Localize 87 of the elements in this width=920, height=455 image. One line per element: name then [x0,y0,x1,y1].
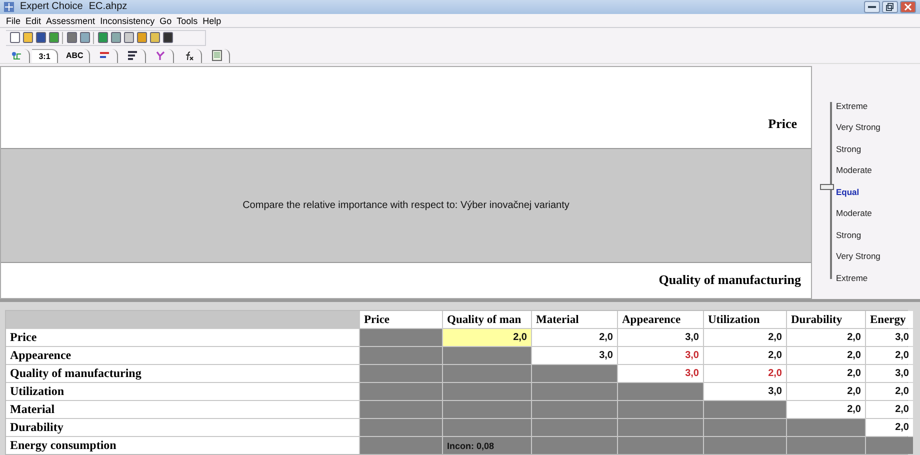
judgment-cell[interactable]: 3,0 [618,347,703,364]
judgment-cell[interactable]: 2,0 [704,347,786,364]
network-icon[interactable] [155,50,166,61]
judgment-cell[interactable]: 2,0 [532,329,617,346]
lines-icon[interactable] [128,51,138,60]
scale-label[interactable]: Strong [836,144,920,166]
row-header: Durability [6,419,359,436]
row-header: Material [6,401,359,418]
menu-item[interactable]: Go [160,16,172,26]
column-header: Quality of man [443,311,531,328]
sheet-icon[interactable] [212,50,222,62]
toolbar-icon[interactable] [80,32,90,44]
scale-label[interactable]: Very Strong [836,122,920,144]
menu-item[interactable]: File [6,16,21,26]
view-tab[interactable]: 3:1 [32,48,58,63]
scale-label[interactable]: Strong [836,230,920,252]
judgment-cell[interactable]: 3,0 [866,329,913,346]
menu-item[interactable]: Tools [176,16,198,26]
judgment-cell[interactable]: 3,0 [618,329,703,346]
window-title: Expert Choice [20,1,83,12]
row-header: Appearence [6,347,359,364]
judgment-cell[interactable]: 3,0 [532,347,617,364]
scale-label[interactable]: Moderate [836,208,920,230]
column-header: Appearence [618,311,703,328]
judgment-cell[interactable]: 2,0 [787,401,865,418]
column-header: Durability [787,311,865,328]
scale-label[interactable]: Extreme [836,272,920,294]
column-header: Utilization [704,311,786,328]
toolbar-icon[interactable] [36,32,46,44]
menu-item[interactable]: Assessment [46,16,96,26]
toolbar-icon[interactable] [124,32,134,44]
judgment-cell[interactable]: 2,0 [787,329,865,346]
judgment-cell[interactable]: 3,0 [866,365,913,382]
menu-item[interactable]: Inconsistency [100,16,155,26]
judgment-cell[interactable]: 2,0 [866,401,913,418]
toolbar-icon[interactable] [111,32,121,44]
minimize-icon [868,4,876,9]
file-name: EC.ahpz [88,1,128,12]
row-header: Price [6,329,359,346]
close-icon [904,2,912,11]
toolbar-separator [93,32,95,44]
toolbar-icon[interactable] [10,32,20,44]
judgment-cell[interactable]: 2,0 [704,329,786,346]
scale-label[interactable]: Equal [836,186,920,208]
column-header: Price [360,311,442,328]
judgment-cell[interactable]: 3,0 [704,383,786,400]
toolbar-icon[interactable] [163,32,173,44]
row-header: Quality of manufacturing [6,365,359,382]
judgment-cell[interactable]: 2,0 [787,365,865,382]
toolbar-icon[interactable] [23,32,33,44]
close-button[interactable] [900,0,916,13]
restore-button[interactable] [882,0,898,13]
judgment-cell[interactable]: 2,0 [866,383,913,400]
row-header: Energy consumption [6,437,359,454]
scale-label[interactable]: Very Strong [836,251,920,273]
scale-label[interactable]: Moderate [836,165,920,187]
scale-label[interactable]: Extreme [836,100,920,122]
inconsistency-ratio: Incon: 0,08 [443,437,531,454]
minimize-button[interactable] [864,0,880,13]
judgment-cell[interactable]: 2,0 [866,419,913,436]
judgment-cell[interactable]: 3,0 [618,365,703,382]
element-name: Price [768,116,797,132]
toolbar-separator [62,32,64,44]
view-tab[interactable]: ABC [60,48,90,63]
formula-icon[interactable] [184,50,194,61]
comparison-prompt: Compare the relative importance with respect to: Výber inovačnej varianty [242,200,570,211]
toolbar-icon[interactable] [150,32,160,44]
slider-thumb[interactable] [820,184,834,190]
menu-item[interactable]: Help [202,16,222,26]
judgment-cell[interactable]: 2,0 [787,347,865,364]
toolbar-icon[interactable] [49,32,59,44]
tree-icon[interactable] [10,50,22,61]
toolbar-icon[interactable] [137,32,147,44]
element-name: Quality of manufacturing [658,272,801,288]
app-icon [4,2,14,12]
judgment-cell[interactable]: 2,0 [704,365,786,382]
menu-item[interactable]: Edit [26,16,42,26]
judgment-cell[interactable]: 2,0 [866,347,913,364]
toolbar-icon[interactable] [98,32,108,44]
column-header: Material [532,311,617,328]
row-header: Utilization [6,383,359,400]
column-header: Energy [866,311,913,328]
restore-icon [886,2,894,11]
judgment-cell[interactable]: 2,0 [787,383,865,400]
judgment-cell[interactable]: 2,0 [443,329,531,346]
bars-icon[interactable] [100,51,110,60]
toolbar-icon[interactable] [67,32,77,44]
